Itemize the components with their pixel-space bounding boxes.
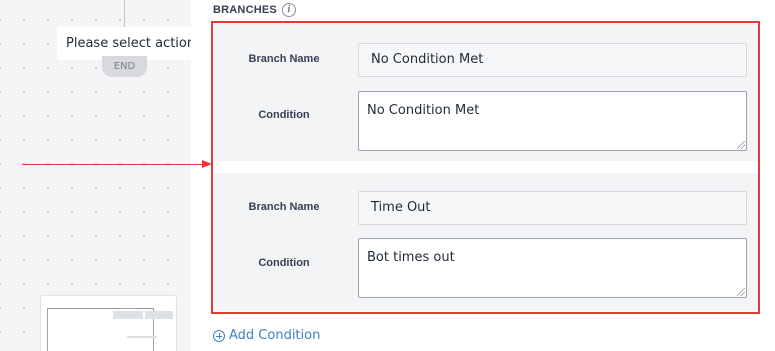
condition-text: No Condition Met xyxy=(367,103,480,118)
flow-connector-line xyxy=(124,0,125,28)
branch-name-label: Branch Name xyxy=(248,53,320,65)
minimap-node xyxy=(113,311,143,319)
condition-textarea[interactable]: No Condition Met xyxy=(358,91,747,151)
add-condition-button[interactable]: Add Condition xyxy=(213,328,320,343)
minimap-node xyxy=(145,311,173,319)
branches-header: BRANCHES i xyxy=(213,3,296,17)
resize-handle-icon[interactable] xyxy=(737,141,745,149)
branch-card: Branch Name No Condition Met Condition N… xyxy=(214,24,758,161)
condition-label: Condition xyxy=(258,109,310,121)
resize-handle-icon[interactable] xyxy=(737,288,745,296)
branch-name-input[interactable]: Time Out xyxy=(358,191,747,225)
condition-textarea[interactable]: Bot times out xyxy=(358,238,747,298)
minimap-node xyxy=(127,336,157,338)
flow-canvas[interactable]: Please select action END xyxy=(0,0,191,351)
condition-label: Condition xyxy=(258,257,310,269)
annotation-arrow-line xyxy=(22,164,204,165)
minimap[interactable] xyxy=(40,295,177,351)
info-icon[interactable]: i xyxy=(281,3,296,17)
branch-name-label: Branch Name xyxy=(248,201,320,213)
branches-title: BRANCHES xyxy=(213,4,277,16)
add-circle-icon xyxy=(213,329,225,342)
branches-panel: BRANCHES i Branch Name No Condition Met … xyxy=(191,0,775,351)
workflow-editor: Please select action END BRANCHES i Bran… xyxy=(0,0,775,351)
branch-card: Branch Name Time Out Condition Bot times… xyxy=(214,173,758,311)
condition-text: Bot times out xyxy=(367,250,455,265)
end-node[interactable]: END xyxy=(102,56,147,77)
annotation-arrow-head-icon xyxy=(202,160,212,168)
add-condition-label: Add Condition xyxy=(229,328,321,343)
branch-name-input[interactable]: No Condition Met xyxy=(358,43,747,77)
